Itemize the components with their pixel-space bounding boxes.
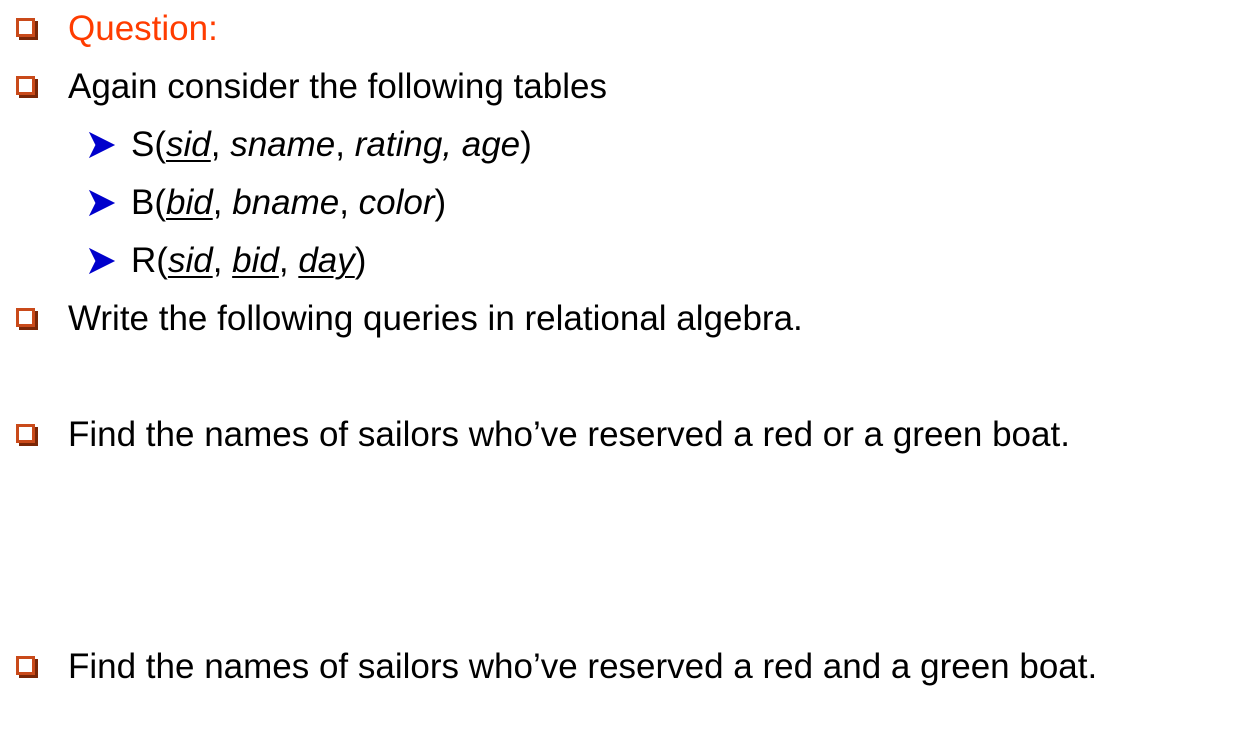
schema-text: S(sid, sname, rating, age) [131,125,532,165]
paren-open: ( [154,125,167,164]
attribute: bname [232,183,340,222]
question-label: Question: [68,9,218,48]
query-1-text: Find the names of sailors who’ve reserve… [68,415,1070,454]
square-bullet-icon [16,656,35,675]
attribute-separator: , [278,241,299,280]
table-name: B [131,183,155,222]
table-name: R [131,241,157,280]
paren-open: ( [156,241,168,280]
square-bullet-icon [16,76,35,95]
attribute-separator: , [210,125,231,164]
square-bullet-icon [16,424,35,443]
paren-open: ( [154,183,167,222]
intro-text: Again consider the following tables [68,67,607,106]
schema-text: R(sid, bid, day) [131,241,366,281]
paren-close: ) [354,241,367,280]
attribute: sname [230,125,336,164]
attribute-separator: , [339,183,359,222]
key-attribute: sid [166,125,211,164]
attribute: rating, age [354,125,521,164]
table-name: S [131,125,155,164]
instruction-text: Write the following queries in relationa… [68,299,803,338]
key-attribute: day [298,241,355,280]
paren-close: ) [520,125,532,164]
square-bullet-icon [16,308,35,327]
square-bullet-icon [16,18,35,37]
schema-text: B(bid, bname, color) [131,183,446,223]
attribute-separator: , [335,125,355,164]
query-2-text: Find the names of sailors who’ve reserve… [68,647,1098,686]
arrow-bullet-icon [88,131,116,159]
arrow-bullet-icon [88,247,116,275]
attribute: color [358,183,435,222]
attribute-separator: , [212,183,233,222]
attribute-separator: , [212,241,233,280]
key-attribute: bid [232,241,279,280]
key-attribute: sid [167,241,213,280]
key-attribute: bid [166,183,213,222]
arrow-bullet-icon [88,189,116,217]
paren-close: ) [434,183,447,222]
